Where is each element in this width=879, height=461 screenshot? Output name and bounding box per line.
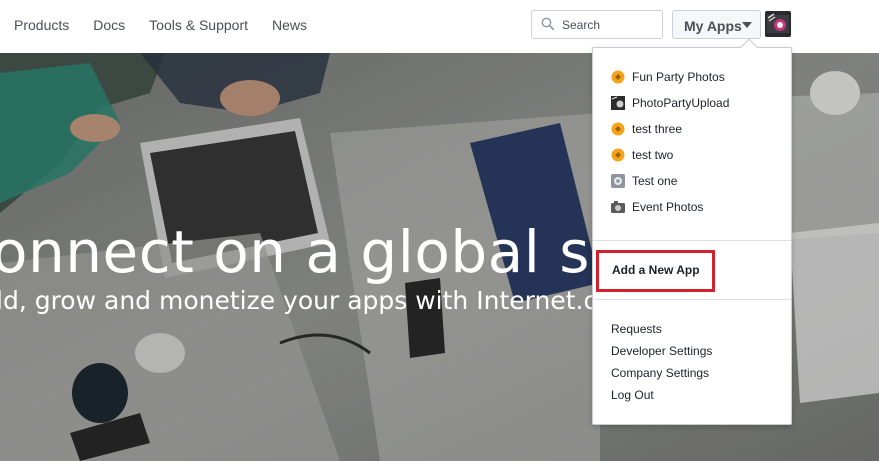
nav-products[interactable]: Products: [14, 16, 69, 34]
hero-subtitle: ld, grow and monetize your apps with Int…: [0, 286, 610, 315]
app-name: Fun Party Photos: [632, 70, 725, 84]
hero-title: onnect on a global scal: [0, 218, 676, 286]
main-nav: Products Docs Tools & Support News: [14, 16, 307, 34]
search-box[interactable]: [531, 10, 663, 39]
nav-docs[interactable]: Docs: [93, 16, 125, 34]
app-name: PhotoPartyUpload: [632, 96, 730, 110]
app-item-photopartyupload[interactable]: PhotoPartyUpload: [611, 94, 729, 112]
menu-requests[interactable]: Requests: [611, 322, 662, 336]
my-apps-dropdown: Fun Party Photos PhotoPartyUpload test t…: [592, 38, 792, 425]
search-input[interactable]: [562, 16, 658, 34]
add-new-app-label: Add a New App: [612, 263, 700, 277]
menu-log-out[interactable]: Log Out: [611, 388, 654, 402]
search-icon: [541, 17, 555, 31]
app-item-test-one[interactable]: Test one: [611, 172, 677, 190]
my-apps-button[interactable]: My Apps: [672, 10, 761, 39]
gear-app-icon: [611, 174, 625, 188]
app-name: test three: [632, 122, 683, 136]
menu-developer-settings[interactable]: Developer Settings: [611, 344, 712, 358]
app-item-test-three[interactable]: test three: [611, 120, 682, 138]
app-name: Event Photos: [632, 200, 704, 214]
my-apps-label: My Apps: [684, 18, 742, 34]
add-new-app-button[interactable]: Add a New App: [596, 250, 715, 292]
app-item-fun-party-photos[interactable]: Fun Party Photos: [611, 68, 725, 86]
orange-app-icon: [611, 122, 625, 136]
camera-icon: [611, 201, 625, 213]
caret-down-icon: [742, 22, 752, 28]
app-name: Test one: [632, 174, 678, 188]
nav-news[interactable]: News: [272, 16, 307, 34]
app-item-event-photos[interactable]: Event Photos: [611, 198, 703, 216]
dropdown-divider: [593, 299, 791, 300]
dropdown-divider: [593, 240, 791, 241]
user-avatar[interactable]: [763, 9, 793, 39]
menu-company-settings[interactable]: Company Settings: [611, 366, 709, 380]
photo-thumbnail-icon: [611, 96, 625, 110]
app-name: test two: [632, 148, 674, 162]
app-item-test-two[interactable]: test two: [611, 146, 673, 164]
orange-app-icon: [611, 70, 625, 84]
orange-app-icon: [611, 148, 625, 162]
nav-tools-support[interactable]: Tools & Support: [149, 16, 248, 34]
